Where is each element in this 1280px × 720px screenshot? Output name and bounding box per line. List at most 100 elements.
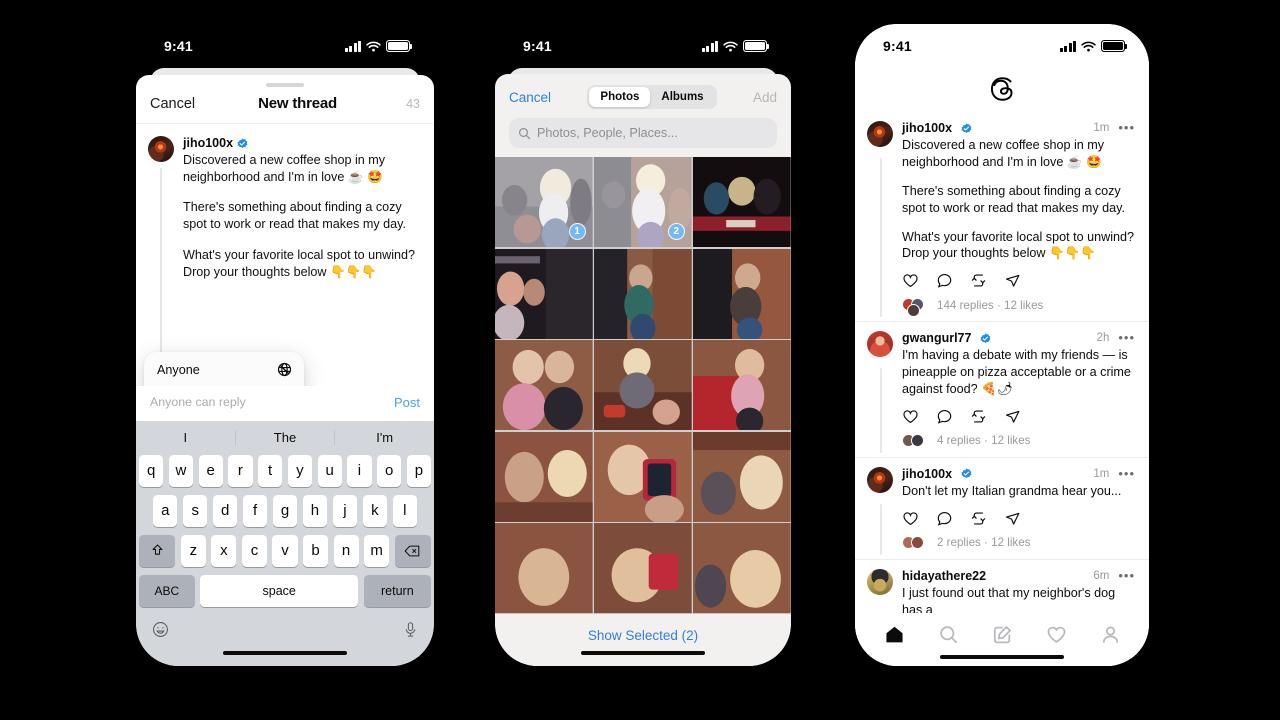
feed-post[interactable]: gwangurl77 2h ••• I'm having a debate wi… [855,322,1149,458]
photo-cell[interactable] [594,340,692,431]
photo-cell[interactable] [594,431,692,522]
feed-post[interactable]: jiho100x 1m ••• [855,458,1149,560]
more-options-icon[interactable]: ••• [1118,121,1135,134]
username[interactable]: jiho100x [902,121,952,135]
post-stats[interactable]: 4 replies · 12 likes [937,434,1030,447]
repost-icon[interactable] [970,510,987,527]
home-icon[interactable] [882,623,906,647]
key-q[interactable]: q [139,454,164,487]
search-input[interactable]: Photos, People, Places... [509,118,777,148]
key-i[interactable]: i [347,454,372,487]
avatar[interactable] [867,121,893,147]
reply-icon[interactable] [936,272,953,289]
key-p[interactable]: p [406,454,431,487]
cancel-button[interactable]: Cancel [509,90,551,105]
feed-list[interactable]: jiho100x 1m ••• Discovered a new coffee … [855,112,1149,613]
key-y[interactable]: y [287,454,312,487]
avatar[interactable] [867,466,893,493]
prediction-2[interactable]: The [234,430,335,445]
key-j[interactable]: j [332,494,358,527]
reply-icon[interactable] [936,408,953,425]
abc-key[interactable]: ABC [139,574,195,607]
photo-cell[interactable] [693,340,791,431]
activity-heart-icon[interactable] [1044,623,1068,647]
key-d[interactable]: d [212,494,238,527]
key-v[interactable]: v [272,534,298,567]
composer-paragraph-1[interactable]: Discovered a new coffee shop in my neigh… [183,152,420,185]
share-icon[interactable] [1004,510,1021,527]
username[interactable]: jiho100x [902,467,952,481]
photo-cell[interactable] [495,431,593,522]
photo-cell[interactable] [693,248,791,339]
like-icon[interactable] [902,510,919,527]
key-r[interactable]: r [228,454,253,487]
key-x[interactable]: x [211,534,237,567]
key-a[interactable]: a [153,494,178,527]
key-k[interactable]: k [362,494,388,527]
key-h[interactable]: h [302,494,328,527]
tab-photos[interactable]: Photos [589,87,651,107]
more-options-icon[interactable]: ••• [1118,569,1135,582]
photo-cell[interactable]: 1 [495,157,593,248]
key-t[interactable]: t [258,454,283,487]
key-b[interactable]: b [303,534,329,567]
like-icon[interactable] [902,272,919,289]
repost-icon[interactable] [970,408,987,425]
like-icon[interactable] [902,408,919,425]
more-options-icon[interactable]: ••• [1118,467,1135,480]
username[interactable]: gwangurl77 [902,331,971,345]
photo-cell[interactable] [693,157,791,248]
avatar[interactable] [867,331,893,358]
photo-cell[interactable] [594,248,692,339]
show-selected-button[interactable]: Show Selected (2) [588,628,698,643]
share-icon[interactable] [1004,408,1021,425]
key-l[interactable]: l [392,494,417,527]
avatar[interactable] [148,136,174,162]
composer-paragraph-3[interactable]: What's your favorite local spot to unwin… [183,247,420,280]
key-o[interactable]: o [377,454,402,487]
key-w[interactable]: w [168,454,193,487]
share-icon[interactable] [1004,272,1021,289]
shift-icon[interactable] [139,534,176,567]
username[interactable]: hidayathere22 [902,569,986,583]
space-key[interactable]: space [200,574,359,607]
key-f[interactable]: f [242,494,268,527]
reply-icon[interactable] [936,510,953,527]
photo-cell[interactable] [693,523,791,614]
return-key[interactable]: return [363,574,431,607]
reply-control-dropdown[interactable]: Anyone Profiles you [144,352,304,386]
username[interactable]: jiho100x [183,136,233,150]
post-stats[interactable]: 144 replies · 12 likes [937,299,1043,312]
key-u[interactable]: u [317,454,342,487]
tab-albums[interactable]: Albums [650,87,714,107]
emoji-icon[interactable] [152,621,169,643]
composer-paragraph-2[interactable]: There's something about finding a cozy s… [183,199,420,232]
prediction-1[interactable]: I [136,430,235,445]
photo-grid[interactable]: 1 2 [495,157,791,614]
key-g[interactable]: g [272,494,298,527]
photo-cell[interactable] [495,523,593,614]
repost-icon[interactable] [970,272,987,289]
cancel-button[interactable]: Cancel [150,96,195,112]
add-button[interactable]: Add [753,90,777,105]
key-m[interactable]: m [364,534,390,567]
photo-cell[interactable] [495,248,593,339]
photo-cell[interactable] [693,431,791,522]
post-stats[interactable]: 2 replies · 12 likes [937,536,1030,549]
feed-post[interactable]: hidayathere22 6m ••• I just found out th… [855,560,1149,613]
photo-cell[interactable]: 2 [594,157,692,248]
microphone-icon[interactable] [403,621,418,643]
compose-icon[interactable] [990,623,1014,647]
profile-icon[interactable] [1098,623,1122,647]
photo-cell[interactable] [594,523,692,614]
key-n[interactable]: n [333,534,359,567]
key-e[interactable]: e [198,454,223,487]
reply-control-label[interactable]: Anyone can reply [150,395,246,409]
dropdown-item-anyone[interactable]: Anyone [144,352,304,386]
search-icon[interactable] [936,623,960,647]
photo-cell[interactable] [495,340,593,431]
post-button[interactable]: Post [394,395,420,410]
key-z[interactable]: z [180,534,206,567]
avatar[interactable] [867,568,893,595]
feed-post[interactable]: jiho100x 1m ••• [855,112,1149,323]
